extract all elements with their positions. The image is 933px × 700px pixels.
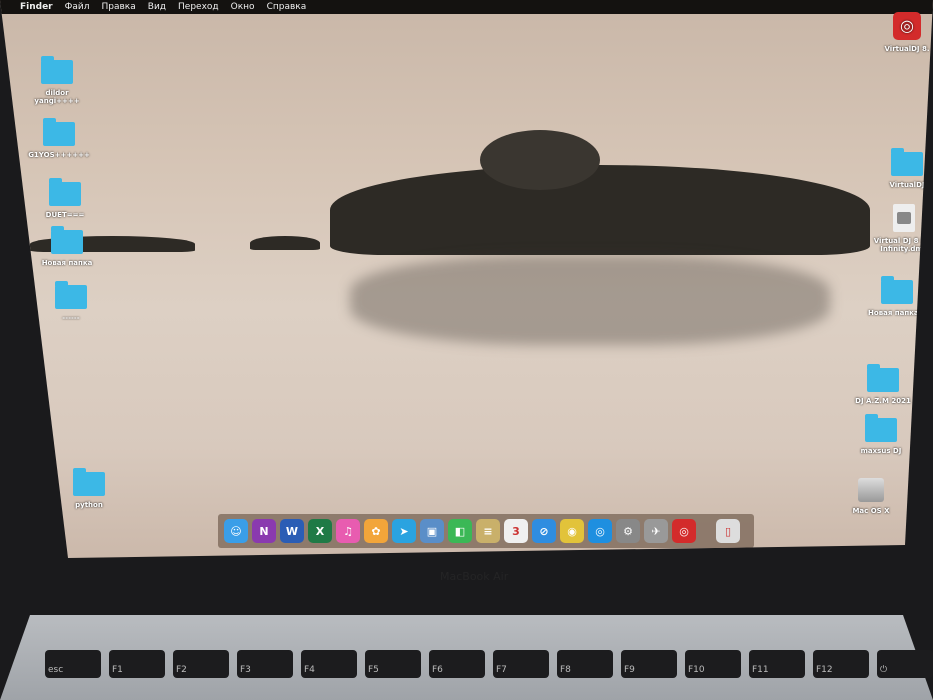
dock-word-icon[interactable]: W	[280, 519, 304, 543]
desktop-folder-novaya-papka[interactable]: Новая папка	[32, 226, 102, 267]
menu-go[interactable]: Переход	[178, 2, 219, 12]
desktop-folder-dj-azm[interactable]: DJ A.Z.M 2021	[848, 364, 918, 405]
menu-file[interactable]: Файл	[65, 2, 90, 12]
dock-notes-icon[interactable]: ≡	[476, 519, 500, 543]
icon-label: Новая папка 2	[868, 309, 926, 317]
virtualdj-app-icon: ◎	[893, 12, 921, 40]
dock-itunes-icon[interactable]: ♫	[336, 519, 360, 543]
key-power[interactable]: ⏻	[877, 650, 933, 678]
folder-icon	[891, 148, 923, 176]
icon-label: VirtualDJ	[889, 181, 925, 189]
desktop-folder-duet[interactable]: DUET===	[30, 178, 100, 219]
desktop-folder-dildor[interactable]: dildor yangi++++	[22, 56, 92, 105]
desktop-folder-maxsus-dj[interactable]: maxsus DJ	[846, 414, 916, 455]
key-f11[interactable]: F11	[749, 650, 805, 678]
dock-safari-icon[interactable]: ⊘	[532, 519, 556, 543]
hard-disk-icon	[858, 478, 884, 502]
dock-excel-icon[interactable]: X	[308, 519, 332, 543]
dock-facetime-icon[interactable]: ◧	[448, 519, 472, 543]
desktop-folder-virtualdj[interactable]: VirtualDJ	[872, 148, 933, 189]
key-esc[interactable]: esc	[45, 650, 101, 678]
dock-onenote-icon[interactable]: N	[252, 519, 276, 543]
icon-label: G1YOS++++++	[28, 151, 90, 159]
key-f12[interactable]: F12	[813, 650, 869, 678]
folder-icon	[49, 178, 81, 206]
folder-icon	[55, 281, 87, 309]
icon-label: ------	[62, 314, 80, 322]
key-f2[interactable]: F2	[173, 650, 229, 678]
menu-view[interactable]: Вид	[148, 2, 166, 12]
dock-qq-icon[interactable]: ◎	[588, 519, 612, 543]
dock-trash-icon[interactable]: ▯	[716, 519, 740, 543]
icon-label: DJ A.Z.M 2021	[855, 397, 911, 405]
dock-virtualdj-icon[interactable]: ◎	[672, 519, 696, 543]
key-f5[interactable]: F5	[365, 650, 421, 678]
disk-image-icon	[893, 204, 915, 232]
folder-icon	[43, 118, 75, 146]
folder-icon	[41, 56, 73, 84]
menu-help[interactable]: Справка	[267, 2, 307, 12]
key-f6[interactable]: F6	[429, 650, 485, 678]
icon-label: VirtualDJ 8.	[884, 45, 930, 53]
menu-finder[interactable]: Finder	[20, 2, 53, 12]
desktop-folder-novaya-papka-2[interactable]: Новая папка 2	[862, 276, 932, 317]
folder-icon	[865, 414, 897, 442]
dock-telegram-icon[interactable]: ➤	[392, 519, 416, 543]
desktop-screen: Finder Файл Правка Вид Переход Окно Спра…	[0, 0, 933, 558]
icon-label: maxsus DJ	[860, 447, 902, 455]
dock-photos-icon[interactable]: ✿	[364, 519, 388, 543]
icon-label: DUET===	[45, 211, 85, 219]
icon-label: Virtual DJ 8 Pro Infinity.dmg	[873, 237, 933, 253]
desktop-folder-g1yos[interactable]: G1YOS++++++	[24, 118, 94, 159]
dock-finder-icon[interactable]: ☺	[224, 519, 248, 543]
dock-launchpad-icon[interactable]: ✈	[644, 519, 668, 543]
menu-window[interactable]: Окно	[231, 2, 255, 12]
icon-label: python	[75, 501, 103, 509]
dock-calendar-icon[interactable]: 3	[504, 519, 528, 543]
menu-edit[interactable]: Правка	[102, 2, 136, 12]
key-f9[interactable]: F9	[621, 650, 677, 678]
key-f10[interactable]: F10	[685, 650, 741, 678]
dock-chrome-icon[interactable]: ◉	[560, 519, 584, 543]
key-f7[interactable]: F7	[493, 650, 549, 678]
icon-label: Новая папка	[41, 259, 93, 267]
menu-bar: Finder Файл Правка Вид Переход Окно Спра…	[0, 0, 933, 14]
dock: ☺ N W X ♫ ✿ ➤ ▣ ◧ ≡ 3 ⊘ ◉ ◎ ⚙ ✈ ◎ ▯	[218, 514, 754, 548]
dock-system-preferences-icon[interactable]: ⚙	[616, 519, 640, 543]
key-f1[interactable]: F1	[109, 650, 165, 678]
desktop-folder-dashes[interactable]: ------	[36, 281, 106, 322]
desktop-file-dmg[interactable]: Virtual DJ 8 Pro Infinity.dmg	[868, 204, 933, 253]
icon-label: dildor yangi++++	[34, 89, 80, 105]
desktop-app-virtualdj[interactable]: ◎ VirtualDJ 8.	[872, 12, 933, 53]
folder-icon	[867, 364, 899, 392]
function-key-row: esc F1 F2 F3 F4 F5 F6 F7 F8 F9 F10 F11 F12 ⏻	[45, 650, 933, 678]
folder-icon	[73, 468, 105, 496]
folder-icon	[51, 226, 83, 254]
laptop-brand: MacBook Air	[440, 570, 509, 583]
folder-icon	[881, 276, 913, 304]
desktop-folder-python[interactable]: python	[54, 468, 124, 509]
key-f8[interactable]: F8	[557, 650, 613, 678]
dock-preview-icon[interactable]: ▣	[420, 519, 444, 543]
icon-label: Mac OS X	[852, 507, 890, 515]
desktop-disk-macos[interactable]: Mac OS X	[836, 478, 906, 515]
key-f4[interactable]: F4	[301, 650, 357, 678]
key-f3[interactable]: F3	[237, 650, 293, 678]
